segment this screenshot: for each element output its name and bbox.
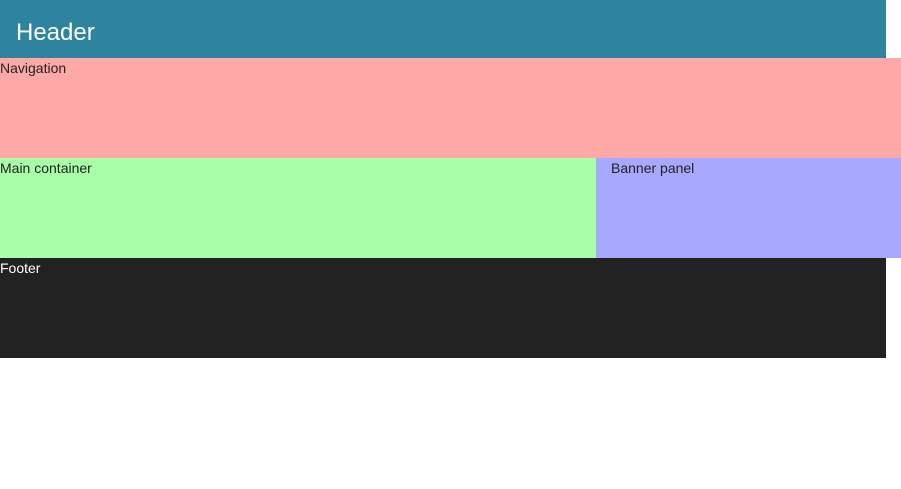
footer-label: Footer [0,260,41,276]
banner-panel-label: Banner panel [611,160,695,176]
header-title: Header [16,19,95,46]
navigation-label: Navigation [0,60,67,76]
page-header: Header [0,0,886,58]
page-footer: Footer [0,258,886,358]
main-container: Main container [0,158,596,258]
banner-panel: Banner panel [596,158,901,258]
main-container-label: Main container [0,160,92,176]
navigation-bar: Navigation [0,58,901,158]
